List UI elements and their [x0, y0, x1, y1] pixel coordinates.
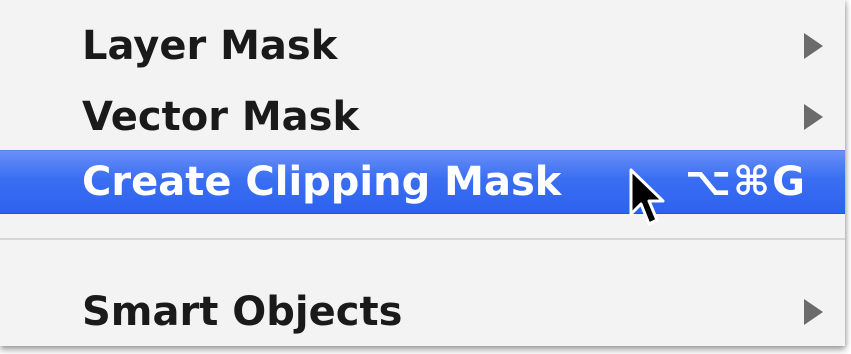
submenu-arrow-icon [804, 299, 823, 325]
context-menu: Layer Mask Vector Mask Create Clipping M… [0, 0, 845, 346]
keyboard-shortcut: ⌥⌘G [684, 159, 807, 205]
menu-item-label: Create Clipping Mask [82, 159, 562, 205]
menu-item-create-clipping-mask[interactable]: Create Clipping Mask ⌥⌘G [0, 150, 845, 214]
menu-item-label: Smart Objects [82, 289, 403, 335]
menu-item-label: Layer Mask [82, 23, 338, 69]
menu-item-layer-mask[interactable]: Layer Mask [0, 16, 845, 76]
submenu-arrow-icon [804, 33, 823, 59]
menu-item-vector-mask[interactable]: Vector Mask [0, 87, 845, 147]
arrow-cursor-icon [629, 168, 665, 226]
menu-item-label: Vector Mask [82, 94, 360, 140]
menu-separator [0, 238, 845, 240]
submenu-arrow-icon [804, 104, 823, 130]
menu-item-smart-objects[interactable]: Smart Objects [0, 282, 845, 342]
